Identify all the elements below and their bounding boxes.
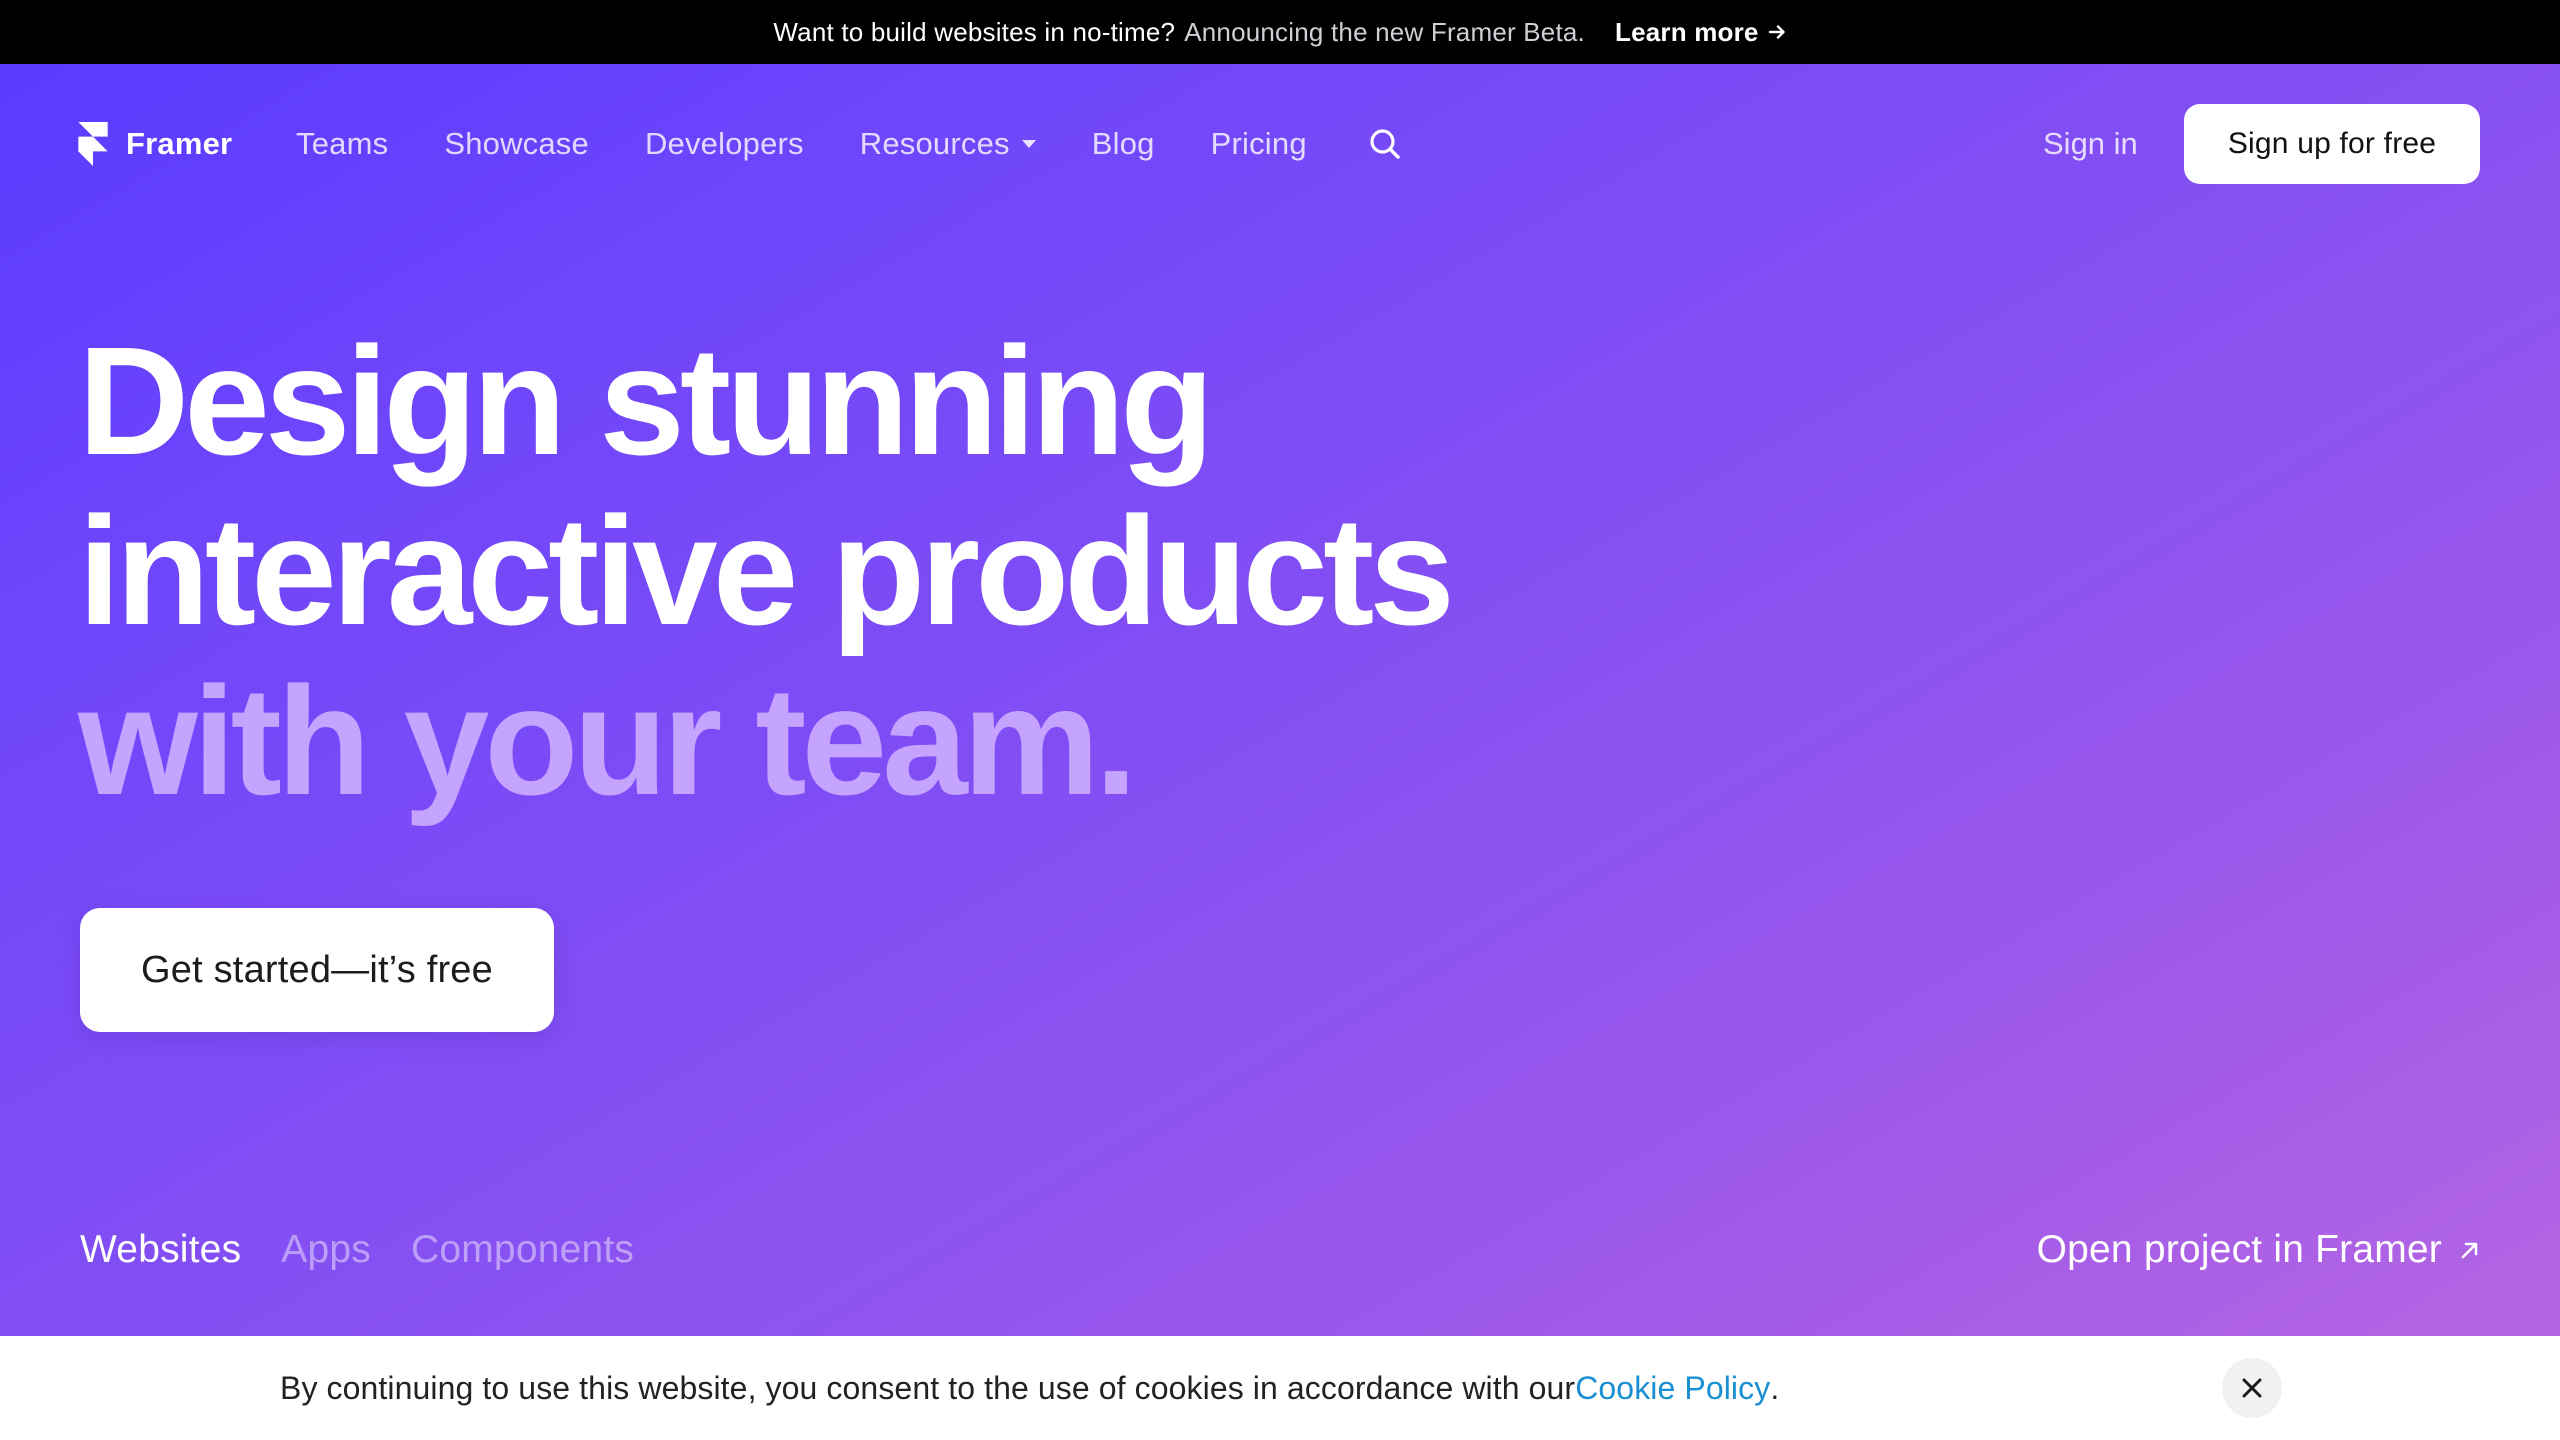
sign-in-link[interactable]: Sign in (2043, 122, 2138, 166)
learn-more-link[interactable]: Learn more (1615, 17, 1787, 48)
announcement-bar: Want to build websites in no-time? Annou… (0, 0, 2560, 64)
hero-headline: Design stunning interactive products wit… (78, 315, 1455, 827)
close-icon (2242, 1378, 2262, 1398)
learn-more-label: Learn more (1614, 16, 1759, 47)
nav-link-blog[interactable]: Blog (1092, 126, 1155, 162)
top-navigation: Framer Teams Showcase Developers Resourc… (0, 64, 2560, 224)
cookie-message: By continuing to use this website, you c… (280, 1336, 1779, 1440)
arrow-up-right-icon (2461, 1242, 2478, 1259)
tab-websites[interactable]: Websites (80, 1228, 241, 1272)
sign-up-button[interactable]: Sign up for free (2184, 104, 2480, 184)
headline-line-3: with your team. (78, 655, 1138, 827)
search-icon (1370, 129, 1400, 159)
brand-name: Framer (126, 126, 233, 161)
framer-logo-icon (78, 122, 108, 166)
cookie-policy-link[interactable]: Cookie Policy (1575, 1370, 1770, 1407)
nav-links: Teams Showcase Developers Resources Blog… (296, 122, 1407, 166)
nav-link-resources-label: Resources (859, 126, 1010, 161)
arrow-right-icon (1768, 25, 1785, 39)
cookie-banner: By continuing to use this website, you c… (0, 1336, 2560, 1440)
tab-components[interactable]: Components (411, 1228, 634, 1272)
nav-link-teams[interactable]: Teams (296, 126, 388, 162)
get-started-button[interactable]: Get started—it’s free (80, 908, 554, 1032)
cookie-text-after: . (1770, 1369, 1780, 1406)
nav-link-resources[interactable]: Resources (860, 126, 1036, 162)
cookie-close-button[interactable] (2222, 1358, 2282, 1418)
nav-link-pricing[interactable]: Pricing (1211, 126, 1307, 162)
chevron-down-icon (1021, 140, 1036, 148)
open-project-label: Open project in Framer (2036, 1228, 2442, 1271)
headline-line-1: Design stunning (78, 315, 1214, 487)
search-button[interactable] (1363, 122, 1407, 166)
nav-link-developers[interactable]: Developers (645, 126, 804, 162)
showcase-tabs: Websites Apps Components (80, 1224, 674, 1276)
announcement-question: Want to build websites in no-time? (773, 16, 1176, 47)
tab-apps[interactable]: Apps (281, 1228, 371, 1272)
headline-line-2: interactive products (78, 485, 1455, 657)
announcement-subtext: Announcing the new Framer Beta. (1184, 16, 1585, 47)
cookie-text-before: By continuing to use this website, you c… (280, 1369, 1576, 1406)
open-project-link[interactable]: Open project in Framer (2037, 1224, 2482, 1276)
framer-logo[interactable]: Framer (78, 122, 232, 166)
nav-link-showcase[interactable]: Showcase (444, 126, 589, 162)
